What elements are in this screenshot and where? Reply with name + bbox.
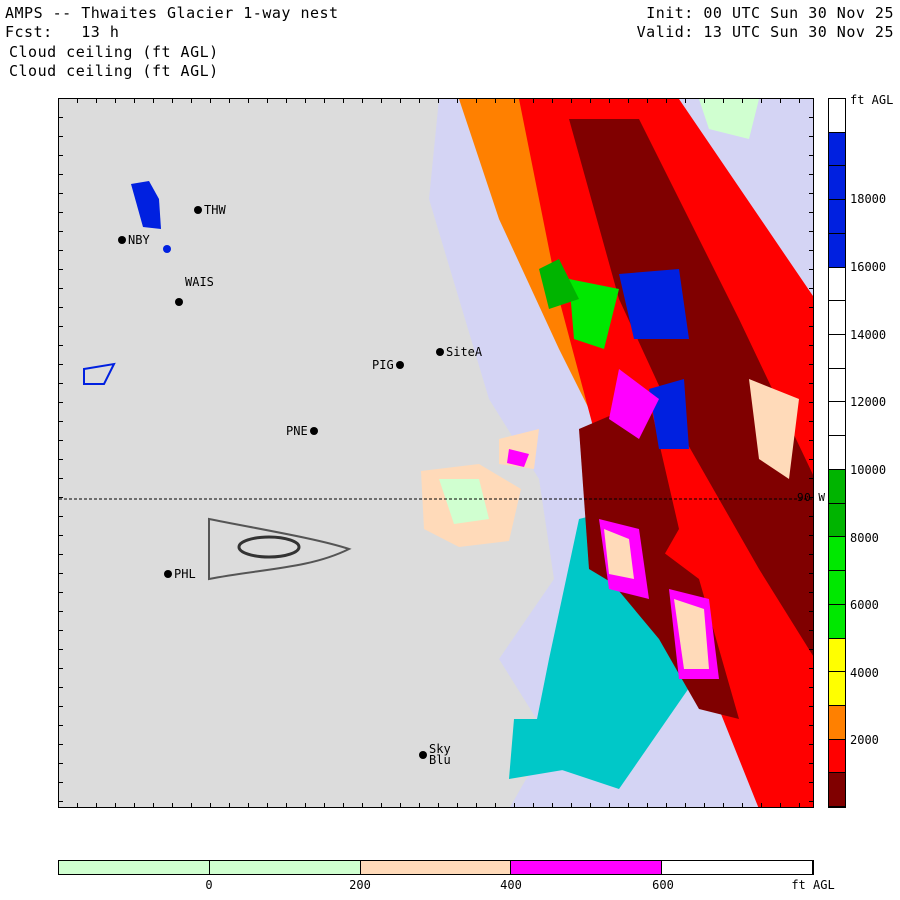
colorbar-segment xyxy=(829,537,845,572)
bottom-label: 600 xyxy=(652,878,674,892)
station-marker-icon xyxy=(164,570,172,578)
station-pne: PNE xyxy=(286,424,318,438)
colorbar-segment xyxy=(829,503,845,538)
station-marker-icon xyxy=(175,298,183,306)
colorbar-label: 2000 xyxy=(850,733,879,748)
station-sitea: SiteA xyxy=(436,345,482,359)
colorbar-segment xyxy=(829,200,845,234)
colorbar-segment xyxy=(829,335,845,369)
colorbar-segment xyxy=(829,739,845,774)
map-field xyxy=(59,99,813,807)
colorbar-units: ft AGL xyxy=(850,93,894,107)
colorbar-label: 4000 xyxy=(850,665,879,680)
plot-title: AMPS -- Thwaites Glacier 1-way nest xyxy=(5,4,339,22)
station-pig: PIG xyxy=(372,358,404,372)
bottom-colorbar-segment xyxy=(360,861,512,874)
bottom-colorbar-segment xyxy=(59,861,210,874)
colorbar-segment xyxy=(829,132,845,167)
colorbar-label: 12000 xyxy=(850,395,887,410)
colorbar xyxy=(828,98,846,808)
station-sky-blu: Sky Blu xyxy=(419,743,451,766)
colorbar-segment xyxy=(829,638,845,673)
map-ticks-bottom xyxy=(58,803,814,808)
bottom-units: ft AGL xyxy=(791,878,835,892)
bottom-colorbar-segment xyxy=(209,861,361,874)
station-marker-icon xyxy=(118,236,126,244)
station-marker-icon xyxy=(419,751,427,759)
colorbar-segment xyxy=(829,267,845,302)
station-wais: WAIS xyxy=(175,268,214,306)
colorbar-segment xyxy=(829,301,845,336)
colorbar-label: 10000 xyxy=(850,462,887,477)
station-marker-icon xyxy=(309,427,318,435)
colorbar-label: 16000 xyxy=(850,260,887,275)
colorbar-segment xyxy=(829,402,845,437)
map-ticks-left xyxy=(58,98,63,808)
station-marker-icon xyxy=(395,361,404,369)
bottom-label: 0 xyxy=(205,878,213,892)
bottom-colorbar-segment xyxy=(511,861,663,874)
colorbar-segment xyxy=(829,99,845,133)
colorbar-segment xyxy=(829,571,845,605)
colorbar-segment xyxy=(829,469,845,504)
bottom-label: 200 xyxy=(349,878,371,892)
bottom-colorbar-segment xyxy=(662,861,813,874)
station-phl: PHL xyxy=(164,567,196,581)
colorbar-segment xyxy=(829,368,845,403)
cloud-ceiling-map xyxy=(58,98,814,808)
map-ticks-right xyxy=(809,98,814,808)
colorbar-segment xyxy=(829,233,845,268)
colorbar-label: 6000 xyxy=(850,598,879,613)
colorbar-label: 8000 xyxy=(850,530,879,545)
colorbar-segment xyxy=(829,672,845,706)
field-label: Cloud ceiling (ft AGL) xyxy=(9,43,219,61)
valid-time: Valid: 13 UTC Sun 30 Nov 25 xyxy=(636,23,894,41)
colorbar-segment xyxy=(829,604,845,639)
station-marker-icon xyxy=(194,206,202,214)
colorbar-segment xyxy=(829,166,845,201)
station-marker-icon xyxy=(436,348,444,356)
station-nby: NBY xyxy=(118,233,150,247)
colorbar-segment xyxy=(829,773,845,808)
colorbar-segment xyxy=(829,436,845,470)
station-thw: THW xyxy=(194,203,226,217)
colorbar-label: 14000 xyxy=(850,327,887,342)
bottom-colorbar xyxy=(58,860,814,875)
colorbar-segment xyxy=(829,705,845,740)
meridian-label: 90 W xyxy=(797,491,826,504)
map-ticks-top xyxy=(58,98,814,103)
forecast-hour: Fcst: 13 h xyxy=(5,23,120,41)
colorbar-label: 18000 xyxy=(850,192,887,207)
bottom-label: 400 xyxy=(500,878,522,892)
field-label-2: Cloud ceiling (ft AGL) xyxy=(9,62,219,80)
init-time: Init: 00 UTC Sun 30 Nov 25 xyxy=(646,4,894,22)
